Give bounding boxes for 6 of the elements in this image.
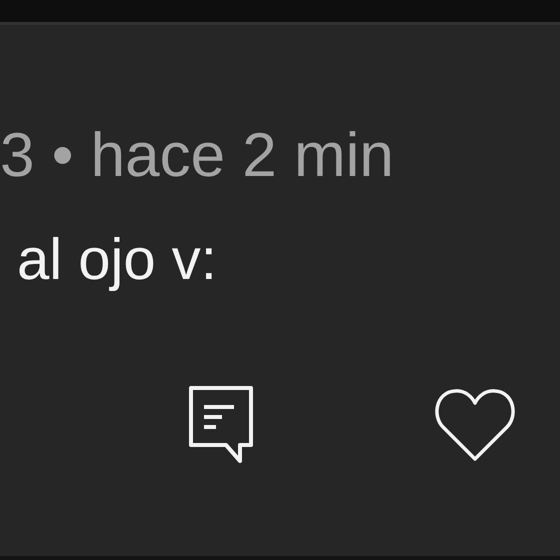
reply-button[interactable] xyxy=(188,385,254,465)
like-button[interactable] xyxy=(434,387,516,463)
heart-icon xyxy=(434,387,516,463)
comment-meta: 3 • hace 2 min xyxy=(0,125,395,187)
comment-text: al ojo v: xyxy=(16,231,218,289)
comment-icon xyxy=(188,385,254,465)
